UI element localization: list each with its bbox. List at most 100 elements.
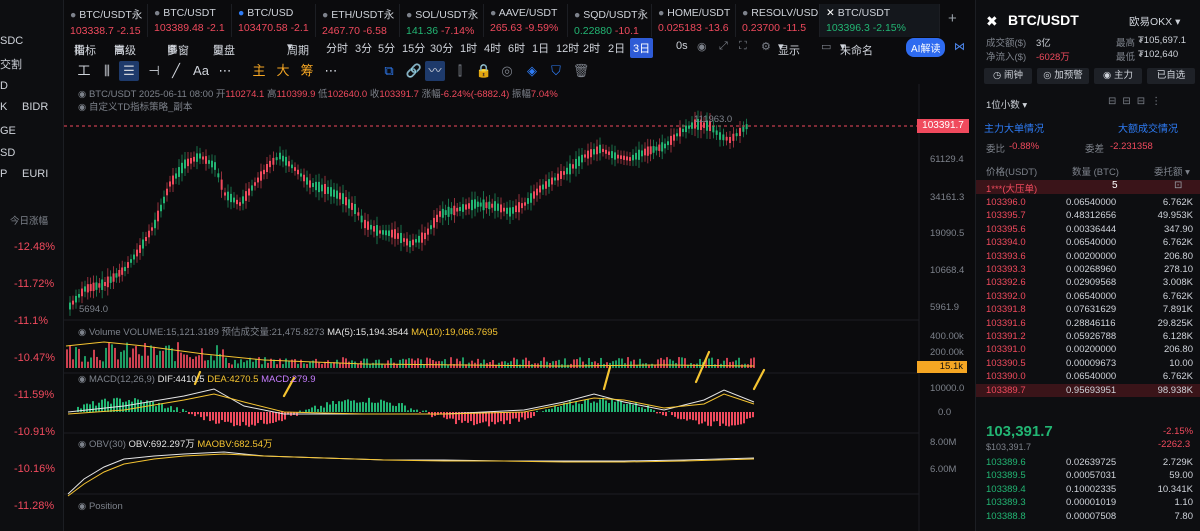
left-item[interactable]: P	[0, 168, 7, 180]
ask-row[interactable]: 103395.6 0.00336444 347.90	[976, 223, 1200, 236]
bid-row[interactable]: 103389.6 0.02639725 2.729K	[976, 456, 1200, 469]
interval-item[interactable]: 分时	[326, 40, 348, 56]
ai-button[interactable]: AI解读	[906, 38, 946, 57]
change-header[interactable]: 今日涨幅	[10, 213, 48, 227]
copy-icon[interactable]: ⧉	[379, 61, 399, 81]
expand-icon[interactable]: ⤢	[719, 40, 728, 53]
interval-item[interactable]: 4时	[484, 40, 501, 56]
tab-btc-usd[interactable]: ● BTC/USD 103470.58 -2.1	[232, 4, 316, 37]
link-icon[interactable]: 🔗	[404, 61, 424, 81]
magnet-icon[interactable]: ◈	[522, 61, 542, 81]
chart-area[interactable]: ◉ BTC/USDT 2025-06-11 08:00 开110274.1 高1…	[64, 84, 974, 531]
trash-icon[interactable]: 🗑	[571, 61, 591, 81]
interval-item[interactable]: 15分	[402, 40, 425, 56]
bid-row[interactable]: 103389.4 0.10002335 10.341K	[976, 483, 1200, 496]
candle	[575, 158, 577, 169]
added-favorite-button[interactable]: 已自选	[1147, 68, 1195, 84]
interval-item[interactable]: 6时	[508, 40, 525, 56]
ask-row[interactable]: 103393.3 0.00268960 278.10	[976, 263, 1200, 276]
tab-home-usdt[interactable]: ● HOME/USDT 0.025183 -13.6	[652, 4, 736, 37]
precision-select[interactable]: 1位小数 ▾	[986, 97, 1027, 111]
unnamed-layout[interactable]: 未命名 ▾	[840, 40, 873, 57]
ask-row[interactable]: 103391.8 0.07631629 7.891K	[976, 303, 1200, 316]
trendline-icon[interactable]: ╱	[166, 61, 186, 81]
big-trades-link[interactable]: 大额成交情况	[1118, 120, 1178, 135]
interval-item[interactable]: 1日	[532, 40, 549, 56]
main-force-button[interactable]: ◉ 主力	[1094, 68, 1142, 84]
text-tool-icon[interactable]: 工	[74, 61, 94, 81]
hline-icon[interactable]: ⊣	[144, 61, 164, 81]
ask-row[interactable]: 103391.0 0.00200000 206.80	[976, 343, 1200, 356]
tab-btc-usdt-active[interactable]: ✕ BTC/USDT 103396.3 -2.15%	[820, 4, 940, 37]
ask-row[interactable]: 103392.0 0.06540000 6.762K	[976, 290, 1200, 303]
alarm-button[interactable]: ◷ 闹钟	[984, 68, 1032, 84]
layout-icon[interactable]: ▭	[821, 40, 831, 53]
big-order-row[interactable]: 1***(大压单) 5 ⊡	[976, 180, 1200, 195]
tab-sol-usdt[interactable]: ● SOL/USDT永 141.36 -7.14%	[400, 4, 484, 37]
fullscreen-icon[interactable]: ⛶	[739, 40, 747, 53]
tab-eth-usdt[interactable]: ● ETH/USDT永 2467.70 -6.58	[316, 4, 400, 37]
fib-icon[interactable]: ⋯	[215, 61, 235, 81]
interval-item[interactable]: 3分	[355, 40, 372, 56]
share-icon[interactable]: ⋈	[954, 40, 965, 53]
more-icon[interactable]: ⋯	[321, 61, 341, 81]
tab-btc-usdt[interactable]: ● BTC/USDT 103389.48 -2.1	[148, 4, 232, 37]
ask-row[interactable]: 103392.6 0.02909568 3.008K	[976, 276, 1200, 289]
ask-row[interactable]: 103391.6 0.28846116 29.825K	[976, 317, 1200, 330]
ask-row[interactable]: 103395.7 0.48312656 49.953K	[976, 209, 1200, 222]
interval-item[interactable]: 30分	[430, 40, 453, 56]
tab-resolv-usd[interactable]: ● RESOLV/USD 0.23700 -11.5	[736, 4, 820, 37]
interval-active[interactable]: 3日	[630, 38, 654, 58]
eye-icon[interactable]: ◎	[497, 61, 517, 81]
left-item[interactable]: K	[0, 101, 7, 113]
ask-row[interactable]: 103396.0 0.06540000 6.762K	[976, 196, 1200, 209]
ask-row[interactable]: 103390.0 0.06540000 6.762K	[976, 370, 1200, 383]
left-item[interactable]: GE	[0, 125, 16, 137]
left-item[interactable]: EURI	[22, 168, 48, 180]
main-big-link[interactable]: 主力大单情况	[984, 120, 1044, 135]
ask-row[interactable]: 103390.5 0.00009673 10.00	[976, 357, 1200, 370]
left-item[interactable]: 交割	[0, 56, 22, 72]
font-icon[interactable]: Aa	[191, 61, 211, 81]
menu-icon[interactable]: ☰	[119, 61, 139, 81]
bid-row[interactable]: 103388.8 0.00007508 7.80	[976, 510, 1200, 523]
curve-icon[interactable]: 〰	[425, 61, 445, 81]
interval-item[interactable]: 2时	[583, 40, 600, 56]
order-amount-header[interactable]: 委托额 ▾	[1154, 164, 1190, 178]
exchange-name[interactable]: 欧易OKX ▾	[1129, 14, 1180, 29]
period-button[interactable]: 周期 ▾	[287, 40, 309, 57]
interval-item[interactable]: 1时	[460, 40, 477, 56]
volume-bar	[78, 348, 80, 368]
chip-tool[interactable]: 筹	[297, 61, 317, 81]
bar-tool-icon[interactable]: ⫼	[97, 61, 117, 81]
lock-icon[interactable]: 🔒	[474, 61, 494, 81]
big-tool[interactable]: 大	[273, 61, 293, 81]
filter-icon[interactable]: ⛉	[546, 61, 566, 81]
interval-item[interactable]: 12时	[556, 40, 579, 56]
left-item[interactable]: SD	[0, 147, 15, 159]
ask-row[interactable]: 103391.2 0.05926788 6.128K	[976, 330, 1200, 343]
interval-item[interactable]: 5分	[378, 40, 395, 56]
tab-aave-usdt[interactable]: ● AAVE/USDT 265.63 -9.59%	[484, 4, 568, 37]
ask-row[interactable]: 103393.6 0.00200000 206.80	[976, 250, 1200, 263]
close-icon[interactable]: ✕	[826, 7, 838, 19]
interval-item[interactable]: 2日	[608, 40, 625, 56]
left-item[interactable]: D	[0, 80, 8, 92]
add-alert-button[interactable]: ◎ 加预警	[1037, 68, 1089, 84]
tab-sqd-usdt[interactable]: ● SQD/USDT永 0.22880 -10.1	[568, 4, 652, 37]
ask-row[interactable]: 103394.0 0.06540000 6.762K	[976, 236, 1200, 249]
seconds-label[interactable]: 0s	[676, 40, 688, 52]
tab-btc-usdt-perp[interactable]: ● BTC/USDT永 103338.7 -2.15	[64, 4, 148, 37]
ask-row[interactable]: 103389.7 0.95693951 98.938K	[976, 383, 1200, 397]
left-item[interactable]: SDC	[0, 35, 23, 47]
display-button[interactable]: 显示 ▾	[778, 40, 800, 57]
camera-icon[interactable]: ◉	[697, 40, 707, 53]
left-item[interactable]: BIDR	[22, 101, 48, 113]
chart-tool-icon[interactable]: ⫿	[450, 61, 470, 81]
main-tool[interactable]: 主	[249, 61, 269, 81]
settings-icon[interactable]: ⚙	[761, 40, 771, 53]
add-tab-icon[interactable]: +	[948, 10, 957, 27]
orderbook-view-icons[interactable]: ⊟⊟⊟⋮	[1108, 96, 1167, 107]
bid-row[interactable]: 103389.5 0.00057031 59.00	[976, 469, 1200, 482]
bid-row[interactable]: 103389.3 0.00001019 1.10	[976, 496, 1200, 509]
